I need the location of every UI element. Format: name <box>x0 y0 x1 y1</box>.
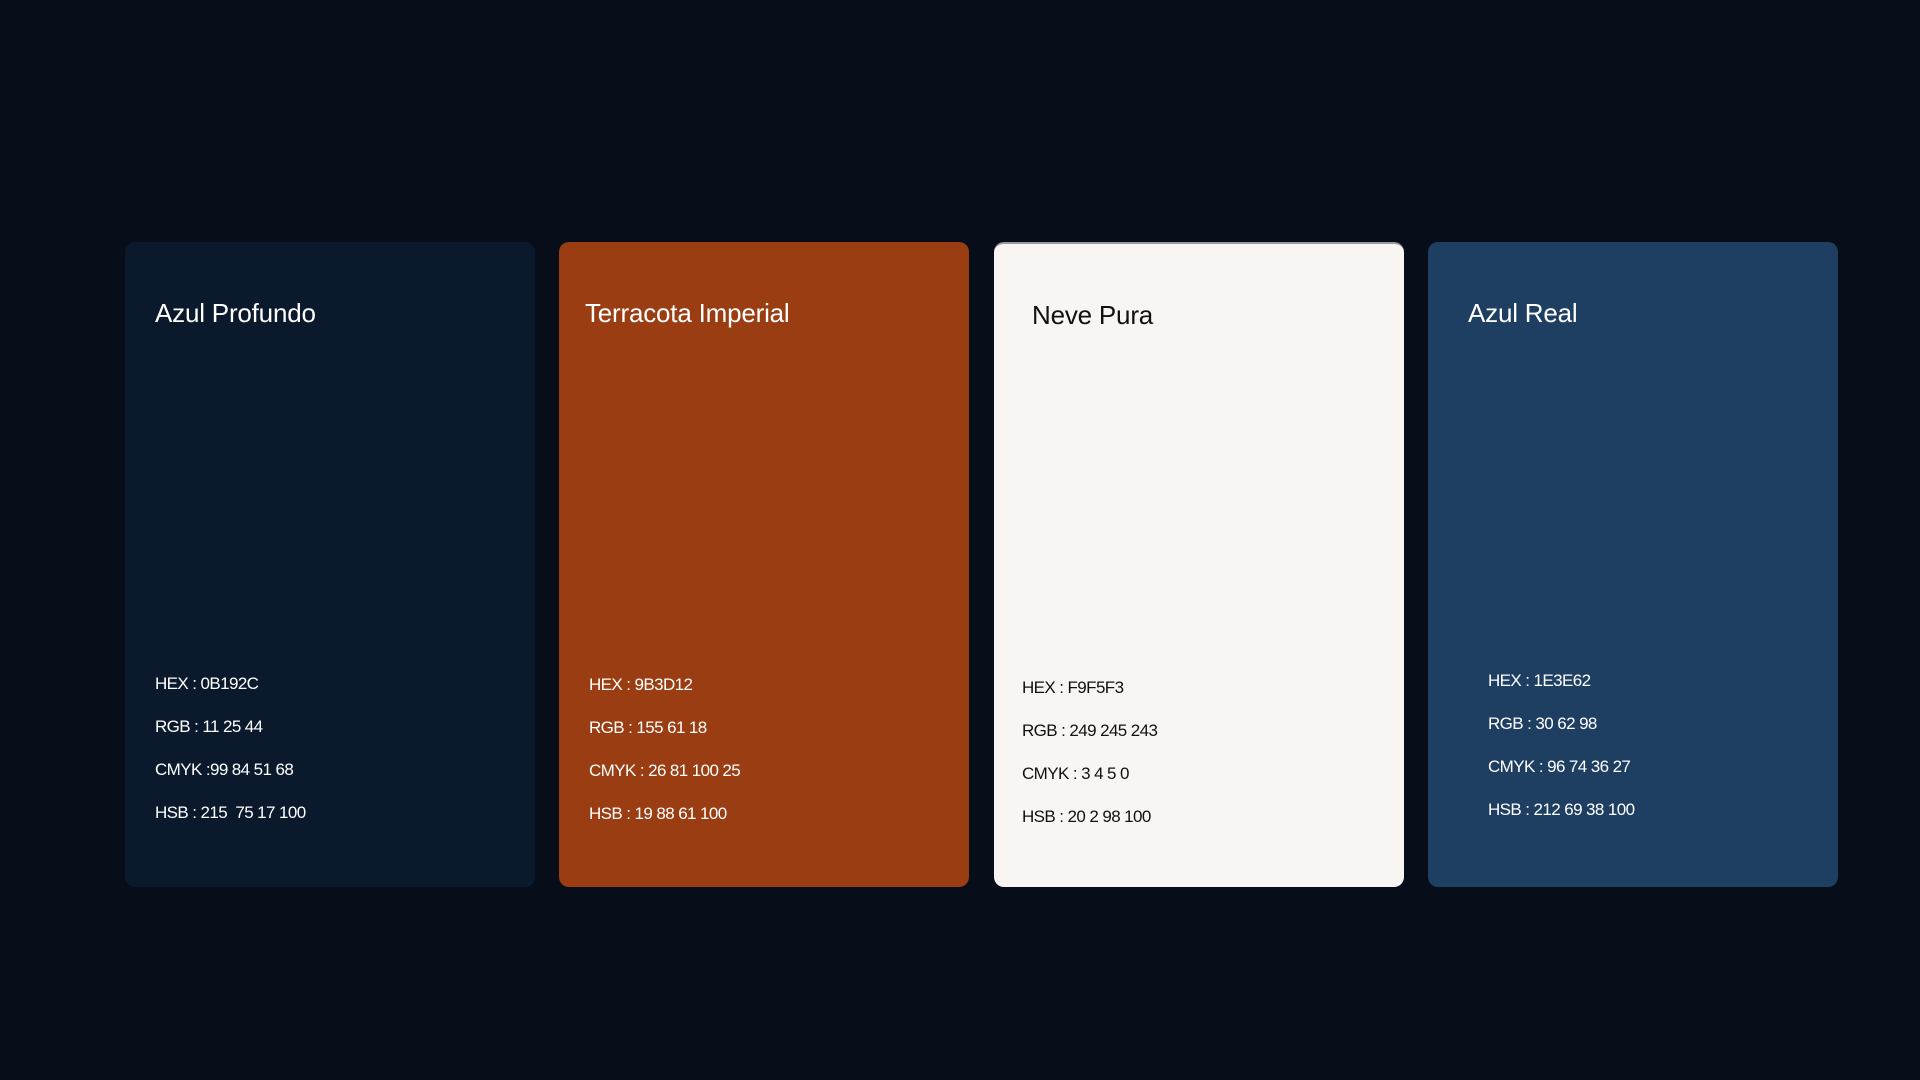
color-spec-list: HEX : F9F5F3 RGB : 249 245 243 CMYK : 3 … <box>1022 678 1158 850</box>
cmyk-value: CMYK : 26 81 100 25 <box>589 761 741 780</box>
hex-value: HEX : F9F5F3 <box>1022 678 1124 697</box>
color-card-azul-profundo: Azul Profundo HEX : 0B192C RGB : 11 25 4… <box>125 242 535 887</box>
cmyk-value: CMYK : 3 4 5 0 <box>1022 764 1129 783</box>
hsb-value: HSB : 19 88 61 100 <box>589 804 727 823</box>
color-spec-list: HEX : 1E3E62 RGB : 30 62 98 CMYK : 96 74… <box>1488 671 1635 843</box>
color-spec-list: HEX : 9B3D12 RGB : 155 61 18 CMYK : 26 8… <box>589 675 741 847</box>
rgb-value: RGB : 11 25 44 <box>155 717 263 736</box>
cmyk-value: CMYK : 96 74 36 27 <box>1488 757 1631 776</box>
rgb-value: RGB : 155 61 18 <box>589 718 707 737</box>
hsb-value: HSB : 20 2 98 100 <box>1022 807 1151 826</box>
hex-value: HEX : 9B3D12 <box>589 675 693 694</box>
color-card-neve-pura: Neve Pura HEX : F9F5F3 RGB : 249 245 243… <box>994 242 1404 887</box>
rgb-value: RGB : 30 62 98 <box>1488 714 1597 733</box>
cmyk-value: CMYK :99 84 51 68 <box>155 760 294 779</box>
hex-value: HEX : 0B192C <box>155 674 259 693</box>
rgb-value: RGB : 249 245 243 <box>1022 721 1158 740</box>
color-name: Azul Profundo <box>155 298 316 328</box>
color-spec-list: HEX : 0B192C RGB : 11 25 44 CMYK :99 84 … <box>155 674 306 846</box>
hsb-value: HSB : 215 75 17 100 <box>155 803 306 822</box>
hex-value: HEX : 1E3E62 <box>1488 671 1591 690</box>
color-card-terracota-imperial: Terracota Imperial HEX : 9B3D12 RGB : 15… <box>559 242 969 887</box>
color-name: Terracota Imperial <box>585 298 790 328</box>
color-name: Neve Pura <box>1032 300 1154 330</box>
color-name: Azul Real <box>1468 298 1578 328</box>
color-card-azul-real: Azul Real HEX : 1E3E62 RGB : 30 62 98 CM… <box>1428 242 1838 887</box>
hsb-value: HSB : 212 69 38 100 <box>1488 800 1635 819</box>
